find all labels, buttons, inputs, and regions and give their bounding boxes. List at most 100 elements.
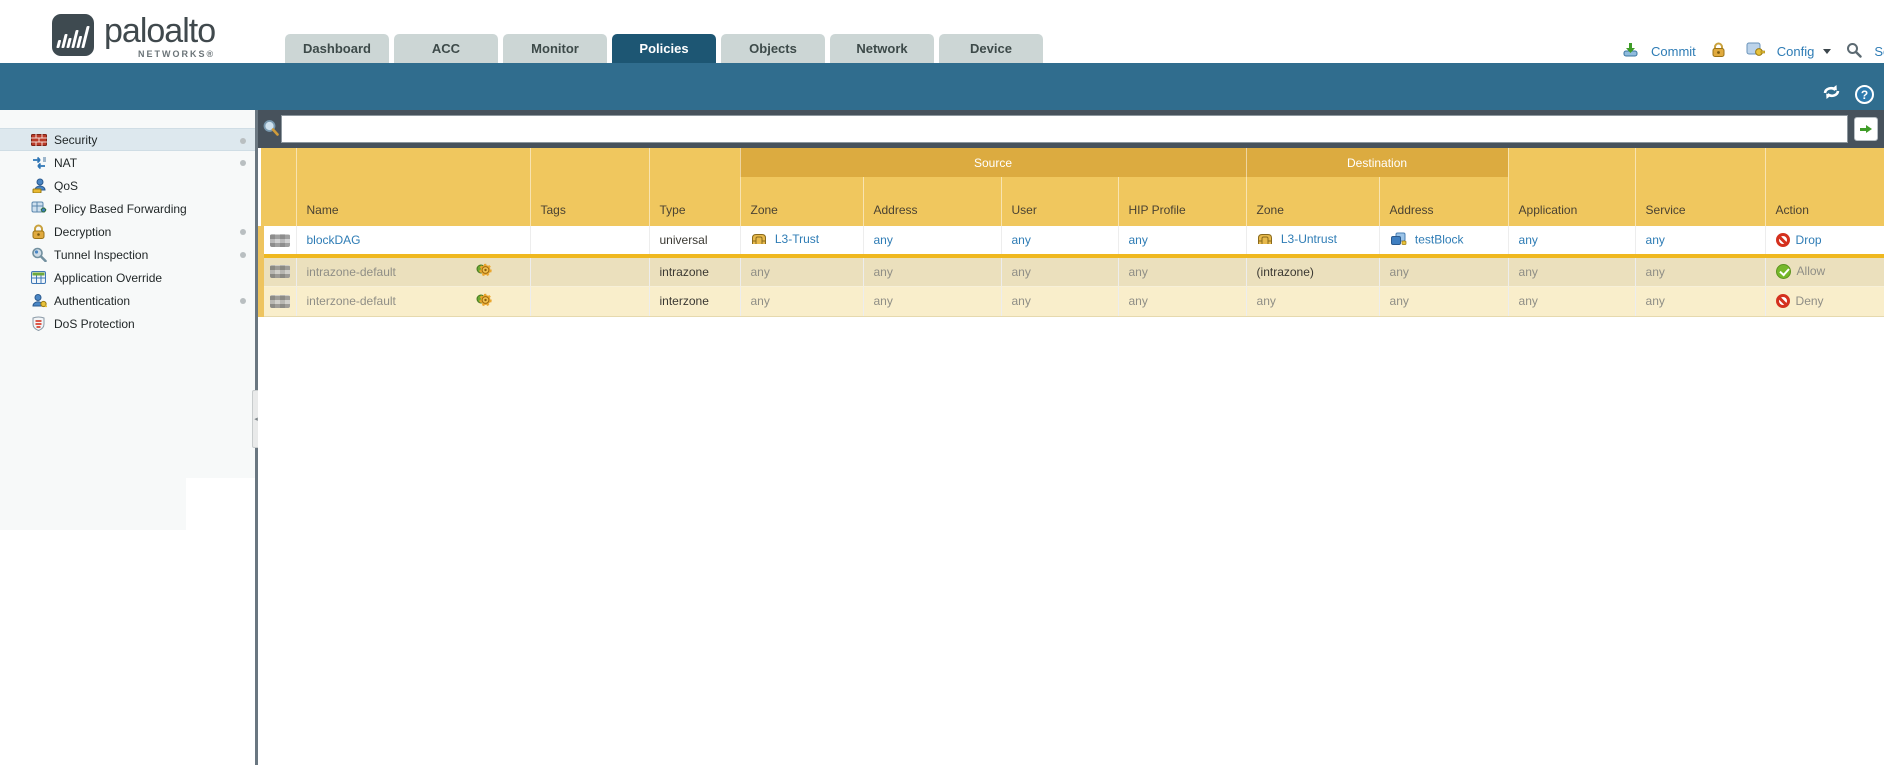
col-header-user[interactable]: User (1001, 177, 1118, 226)
sidebar-item-security[interactable]: Security (0, 128, 255, 151)
sidebar-item-label: Authentication (54, 294, 130, 308)
cell-src-zone: any (740, 286, 863, 316)
col-header-dst-zone[interactable]: Zone (1246, 177, 1379, 226)
policies-sidebar: Security NAT QoS Policy Ba (0, 110, 255, 765)
cell-service: any (1635, 286, 1765, 316)
cell-type: intrazone (649, 256, 740, 286)
policy-filter-input[interactable] (281, 115, 1848, 143)
help-icon[interactable]: ? (1855, 85, 1874, 104)
col-header-rownum[interactable] (261, 148, 296, 226)
cell-action[interactable]: Drop (1765, 226, 1884, 256)
col-header-src-address[interactable]: Address (863, 177, 1001, 226)
tab-dashboard[interactable]: Dashboard (285, 34, 389, 63)
allow-icon (1776, 264, 1791, 279)
main-content: Name Tags Type Source Destination Applic… (258, 110, 1884, 765)
row-number-cell[interactable] (261, 256, 296, 286)
policy-based-forwarding-icon (30, 201, 47, 217)
col-header-service[interactable]: Service (1635, 148, 1765, 226)
main-nav-tabs: Dashboard ACC Monitor Policies Objects N… (285, 34, 1043, 63)
sidebar-item-policy-based-forwarding[interactable]: Policy Based Forwarding (0, 197, 255, 220)
sidebar-item-qos[interactable]: QoS (0, 174, 255, 197)
refresh-icon[interactable] (1821, 83, 1842, 106)
deny-icon (1776, 294, 1790, 308)
commit-button[interactable]: Commit (1651, 44, 1696, 59)
cell-action[interactable]: Deny (1765, 286, 1884, 316)
cell-name[interactable]: intrazone-default (296, 256, 530, 286)
security-policy-table: Name Tags Type Source Destination Applic… (258, 148, 1884, 317)
filter-bar (258, 110, 1884, 148)
address-group-icon (1390, 232, 1407, 249)
tab-policies[interactable]: Policies (612, 34, 716, 63)
cell-application: any (1508, 256, 1635, 286)
cell-dst-zone: (intrazone) (1246, 256, 1379, 286)
zone-icon (751, 233, 767, 248)
cell-action[interactable]: Allow (1765, 256, 1884, 286)
cell-dst-zone[interactable]: L3-Untrust (1246, 226, 1379, 256)
cell-src-zone[interactable]: L3-Trust (740, 226, 863, 256)
col-header-hip-profile[interactable]: HIP Profile (1118, 177, 1246, 226)
nat-icon (30, 155, 47, 171)
address-link[interactable]: testBlock (1415, 232, 1464, 246)
sidebar-item-label: Security (54, 133, 97, 147)
status-dot (240, 160, 246, 166)
action-label: Allow (1797, 264, 1826, 278)
context-bar: ? (0, 63, 1884, 110)
sidebar-item-application-override[interactable]: Application Override (0, 266, 255, 289)
tab-monitor[interactable]: Monitor (503, 34, 607, 63)
cell-application[interactable]: any (1508, 226, 1635, 256)
cell-service: any (1635, 256, 1765, 286)
sidebar-item-label: NAT (54, 156, 77, 170)
sidebar-item-nat[interactable]: NAT (0, 151, 255, 174)
gear-icon (476, 293, 492, 310)
col-header-name[interactable]: Name (296, 148, 530, 226)
app-window: paloalto NETWORKS® Dashboard ACC Monitor… (0, 0, 1884, 765)
sidebar-item-dos-protection[interactable]: DoS Protection (0, 312, 255, 335)
tab-objects[interactable]: Objects (721, 34, 825, 63)
col-header-application[interactable]: Application (1508, 148, 1635, 226)
cell-tags (530, 226, 649, 256)
zone-link[interactable]: L3-Trust (775, 232, 819, 246)
cell-tags (530, 286, 649, 316)
policy-row-intrazone-default[interactable]: intrazone-default intrazone any any any … (261, 256, 1884, 286)
commit-icon[interactable] (1622, 42, 1639, 60)
apply-filter-button[interactable] (1854, 117, 1878, 141)
sidebar-item-tunnel-inspection[interactable]: Tunnel Inspection (0, 243, 255, 266)
cell-type: universal (649, 226, 740, 256)
cell-service[interactable]: any (1635, 226, 1765, 256)
action-link[interactable]: Drop (1796, 233, 1822, 247)
brand-tagline: NETWORKS® (104, 50, 215, 59)
col-header-tags[interactable]: Tags (530, 148, 649, 226)
security-icon (30, 132, 47, 148)
cell-dst-address[interactable]: testBlock (1379, 226, 1508, 256)
cell-hip-profile: any (1118, 256, 1246, 286)
tab-network[interactable]: Network (830, 34, 934, 63)
chevron-down-icon[interactable] (1823, 49, 1831, 54)
policy-row-blockdag[interactable]: blockDAG universal L3-Trust any any any … (261, 226, 1884, 256)
rule-name-link[interactable]: blockDAG (307, 233, 361, 247)
cell-src-address[interactable]: any (863, 226, 1001, 256)
cell-name[interactable]: blockDAG (296, 226, 530, 256)
policy-row-interzone-default[interactable]: interzone-default interzone any any any … (261, 286, 1884, 316)
sidebar-item-decryption[interactable]: Decryption (0, 220, 255, 243)
cell-name[interactable]: interzone-default (296, 286, 530, 316)
col-header-src-zone[interactable]: Zone (740, 177, 863, 226)
search-icon[interactable] (1846, 42, 1862, 61)
tab-acc[interactable]: ACC (394, 34, 498, 63)
row-number-cell[interactable] (261, 226, 296, 256)
sidebar-lower-area (0, 530, 255, 765)
config-menu[interactable]: Config (1777, 44, 1815, 59)
cell-hip-profile[interactable]: any (1118, 226, 1246, 256)
sidebar-notch (186, 478, 255, 530)
col-header-dst-address[interactable]: Address (1379, 177, 1508, 226)
zone-link[interactable]: L3-Untrust (1281, 232, 1337, 246)
tab-device[interactable]: Device (939, 34, 1043, 63)
col-header-type[interactable]: Type (649, 148, 740, 226)
sidebar-item-authentication[interactable]: Authentication (0, 289, 255, 312)
row-number-cell[interactable] (261, 286, 296, 316)
col-header-action[interactable]: Action (1765, 148, 1884, 226)
status-dot (240, 298, 246, 304)
config-icon[interactable] (1746, 42, 1765, 60)
cell-user[interactable]: any (1001, 226, 1118, 256)
lock-icon[interactable] (1711, 42, 1726, 60)
search-button[interactable]: Search (1874, 44, 1884, 59)
